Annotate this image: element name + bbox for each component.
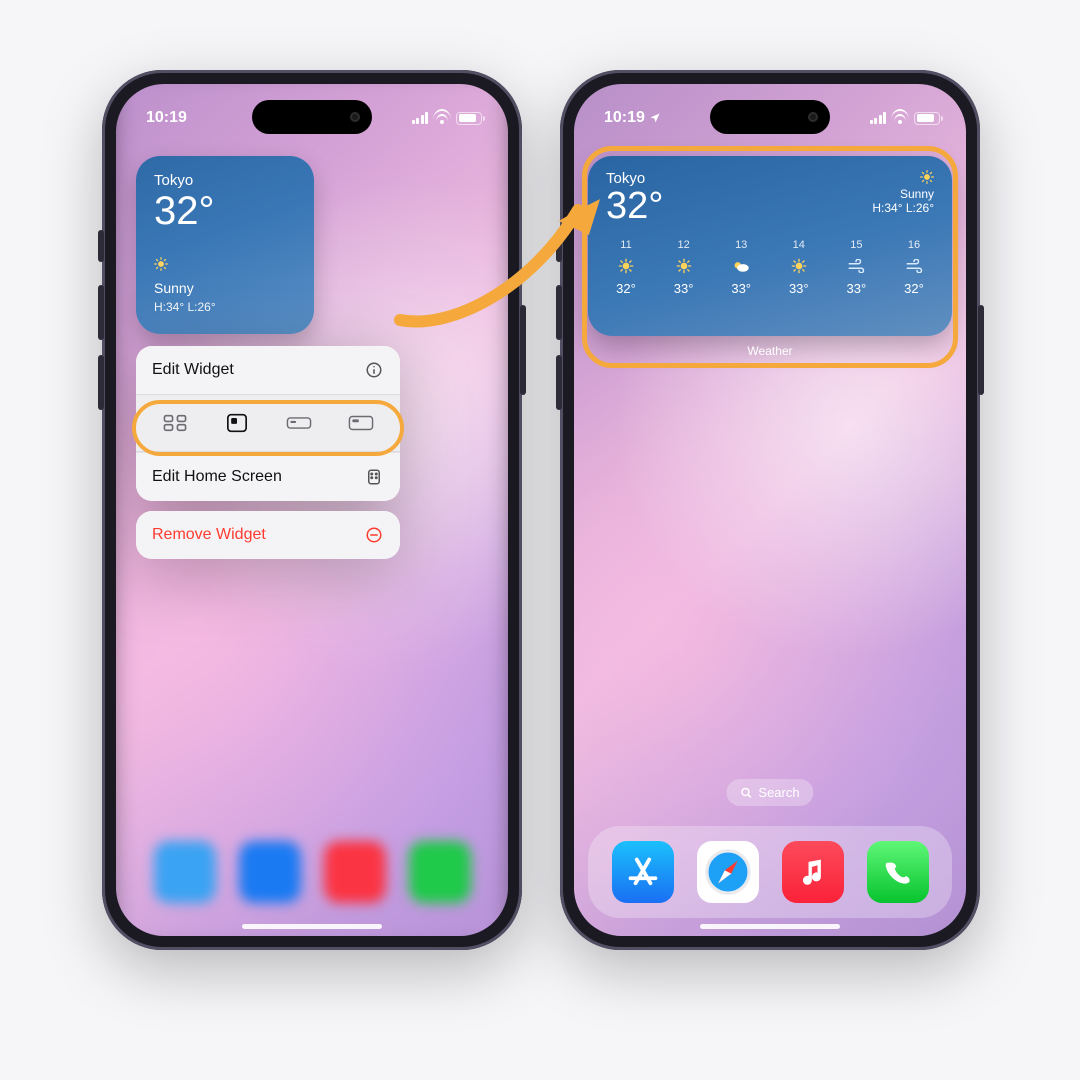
phone-right: 10:19 Tokyo 32° (560, 70, 980, 950)
wifi-icon (434, 112, 450, 124)
menu-remove-widget[interactable]: Remove Widget (136, 511, 400, 559)
app-store-icon (623, 852, 663, 892)
weather-condition: Sunny (872, 187, 934, 201)
hourly-slot: 1533° (836, 239, 876, 296)
cellular-icon (870, 112, 887, 124)
weather-hourly-row: 1132° 1233° 1333° 1433° 1533° 1632° (606, 239, 934, 296)
app-app-store[interactable] (612, 841, 674, 903)
hourly-slot: 1333° (721, 239, 761, 296)
menu-edit-widget[interactable]: Edit Widget (136, 346, 400, 394)
app-safari[interactable] (697, 841, 759, 903)
hourly-slot: 1233° (664, 239, 704, 296)
search-icon (740, 787, 752, 799)
phone-left: 10:19 Tokyo 32° Sunny H:34° L:26° (102, 70, 522, 950)
hourly-slot: 1632° (894, 239, 934, 296)
cellular-icon (412, 112, 429, 124)
weather-condition: Sunny (154, 280, 194, 296)
weather-city: Tokyo (154, 172, 296, 189)
hourly-slot: 1132° (606, 239, 646, 296)
app-phone[interactable] (867, 841, 929, 903)
menu-edit-home-screen[interactable]: Edit Home Screen (136, 452, 400, 501)
status-time: 10:19 (604, 109, 661, 127)
dynamic-island (710, 100, 830, 134)
widget-size-picker (136, 394, 400, 452)
app-music[interactable] (782, 841, 844, 903)
sun-icon (154, 257, 296, 274)
phone-icon (880, 854, 916, 890)
size-option-medium-thin[interactable] (268, 405, 330, 441)
widget-label: Weather (574, 344, 966, 358)
weather-widget-small[interactable]: Tokyo 32° Sunny H:34° L:26° (136, 156, 314, 334)
battery-icon (456, 112, 482, 125)
remove-icon (364, 525, 384, 545)
apps-icon (364, 467, 384, 487)
dock-blurred (130, 826, 494, 918)
info-icon (364, 360, 384, 380)
dynamic-island (252, 100, 372, 134)
location-icon (649, 112, 661, 124)
safari-icon (702, 846, 754, 898)
weather-hilo: H:34° L:26° (872, 201, 934, 215)
home-indicator[interactable] (700, 924, 840, 929)
weather-temp: 32° (606, 187, 663, 225)
hourly-slot: 1433° (779, 239, 819, 296)
dock (588, 826, 952, 918)
weather-widget-medium[interactable]: Tokyo 32° Sunny H:34° L:26° 1132°1233°13… (588, 156, 952, 336)
status-time: 10:19 (146, 109, 187, 127)
sun-icon (872, 170, 934, 187)
size-option-medium[interactable] (330, 405, 392, 441)
home-indicator[interactable] (242, 924, 382, 929)
battery-icon (914, 112, 940, 125)
size-option-small[interactable] (206, 405, 268, 441)
size-option-app-grid[interactable] (144, 405, 206, 441)
music-icon (795, 854, 831, 890)
spotlight-search[interactable]: Search (726, 779, 813, 806)
weather-hilo: H:34° L:26° (154, 300, 296, 314)
widget-context-menu: Edit Widget (136, 346, 400, 559)
wifi-icon (892, 112, 908, 124)
weather-temp: 32° (154, 191, 296, 231)
